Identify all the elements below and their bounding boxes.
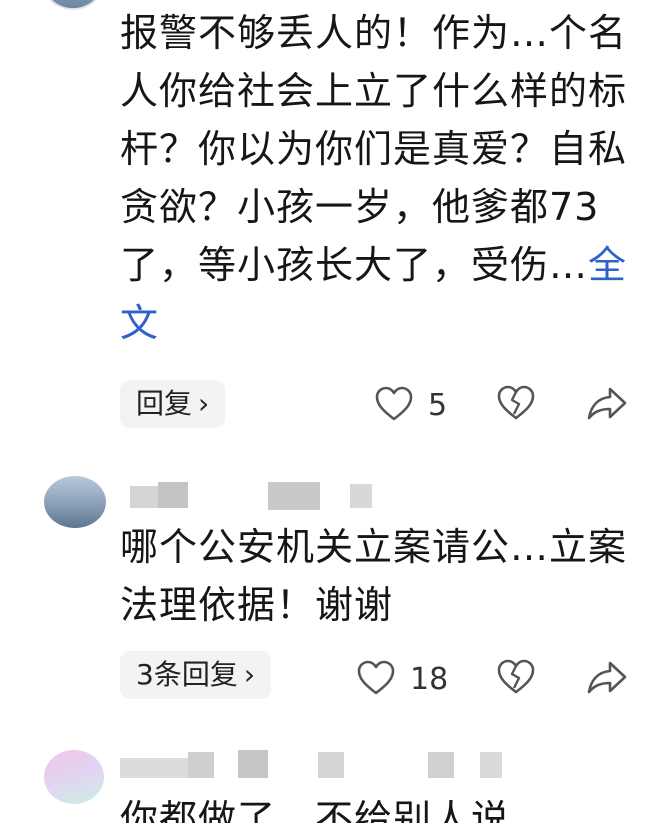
chevron-right-icon: › — [243, 658, 256, 691]
like-count: 18 — [410, 662, 449, 697]
blurred-username — [428, 752, 454, 778]
heart-outline-icon — [375, 386, 413, 421]
like-button[interactable] — [374, 385, 414, 423]
avatar[interactable] — [44, 0, 102, 10]
avatar[interactable] — [44, 750, 104, 804]
comment-text: 哪个公安机关立案请公…立案法理依据！谢谢 — [120, 525, 628, 627]
comment-text: 你都做了，不给别人说 — [120, 797, 511, 823]
like-count: 5 — [428, 388, 448, 423]
broken-heart-icon — [497, 659, 535, 694]
share-arrow-icon — [587, 661, 627, 694]
chevron-right-icon: › — [198, 387, 210, 420]
dislike-button[interactable] — [496, 384, 536, 422]
comment-body: 报警不够丢人的！作为…个名人你给社会上立了什么样的标杆？你以为你们是真爱？自私贪… — [120, 11, 628, 287]
blurred-username — [318, 752, 344, 778]
blurred-username — [238, 750, 268, 778]
reply-label: 3条回复 — [136, 658, 238, 691]
share-button[interactable] — [586, 659, 628, 695]
share-button[interactable] — [586, 385, 628, 421]
blurred-username — [130, 486, 158, 508]
reply-label: 回复 — [136, 387, 193, 420]
comment-text: 报警不够丢人的！作为…个名人你给社会上立了什么样的标杆？你以为你们是真爱？自私贪… — [120, 4, 640, 352]
blurred-username — [268, 482, 320, 510]
view-replies-button[interactable]: 3条回复 › — [120, 651, 272, 699]
broken-heart-icon — [497, 385, 535, 420]
blurred-username — [350, 484, 372, 508]
heart-outline-icon — [357, 660, 395, 695]
like-button[interactable] — [356, 659, 396, 697]
reply-button[interactable]: 回复 › — [120, 380, 226, 428]
blurred-username — [480, 752, 502, 778]
blurred-username — [188, 752, 214, 778]
dislike-button[interactable] — [496, 658, 536, 696]
share-arrow-icon — [587, 387, 627, 420]
blurred-username — [120, 758, 188, 778]
avatar[interactable] — [44, 476, 106, 528]
blurred-username — [158, 482, 188, 508]
